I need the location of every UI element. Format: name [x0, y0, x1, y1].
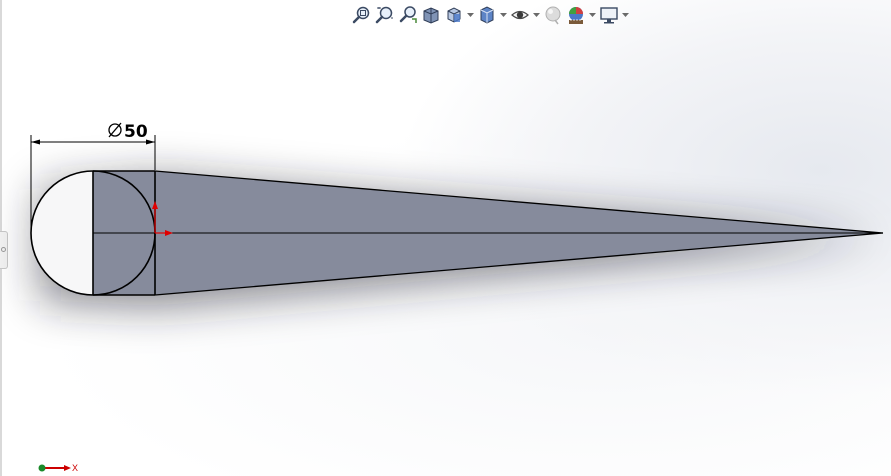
edit-appearance-button[interactable] [541, 4, 564, 26]
triad-origin-dot [38, 464, 46, 472]
sketch-canvas[interactable]: 50 [0, 0, 891, 476]
zoom-to-fit-button[interactable] [350, 4, 373, 26]
apply-scene-icon [568, 7, 583, 24]
chevron-down-icon [588, 12, 596, 17]
chevron-down-icon [532, 12, 540, 17]
display-style-button[interactable] [475, 4, 498, 26]
display-style-icon [480, 6, 493, 24]
view-settings-dropdown[interactable] [620, 4, 630, 26]
zoom-to-area-icon [375, 6, 393, 24]
apply-scene-dropdown[interactable] [587, 4, 597, 26]
view-orientation-dropdown[interactable] [465, 4, 475, 26]
apply-scene-button[interactable] [564, 4, 587, 26]
zoom-to-fit-icon [352, 6, 369, 24]
section-view-icon [423, 7, 438, 24]
section-view-button[interactable] [419, 4, 442, 26]
previous-view-button[interactable] [396, 4, 419, 26]
view-orientation-button[interactable] [442, 4, 465, 26]
dimension-label[interactable]: 50 [108, 122, 148, 142]
hide-show-items-dropdown[interactable] [531, 4, 541, 26]
display-style-dropdown[interactable] [498, 4, 508, 26]
chevron-down-icon [466, 12, 474, 17]
chevron-down-icon [499, 12, 507, 17]
monitor-icon [599, 7, 618, 24]
chevron-down-icon [621, 12, 629, 17]
dimension-value: 50 [124, 122, 148, 142]
hide-show-items-icon [510, 10, 529, 20]
view-settings-button[interactable] [597, 4, 620, 26]
view-orientation-icon [447, 7, 460, 23]
triad-x-arrowhead [64, 465, 71, 471]
graphics-area[interactable]: 50 X [0, 0, 891, 476]
dimension-arrow-left [31, 139, 40, 145]
previous-view-icon [399, 6, 417, 23]
edit-appearance-icon [545, 6, 560, 25]
heads-up-view-toolbar [350, 3, 630, 27]
zoom-to-area-button[interactable] [373, 4, 396, 26]
hide-show-items-button[interactable] [508, 4, 531, 26]
reference-triad: X [38, 463, 78, 473]
triad-x-label: X [72, 463, 78, 473]
